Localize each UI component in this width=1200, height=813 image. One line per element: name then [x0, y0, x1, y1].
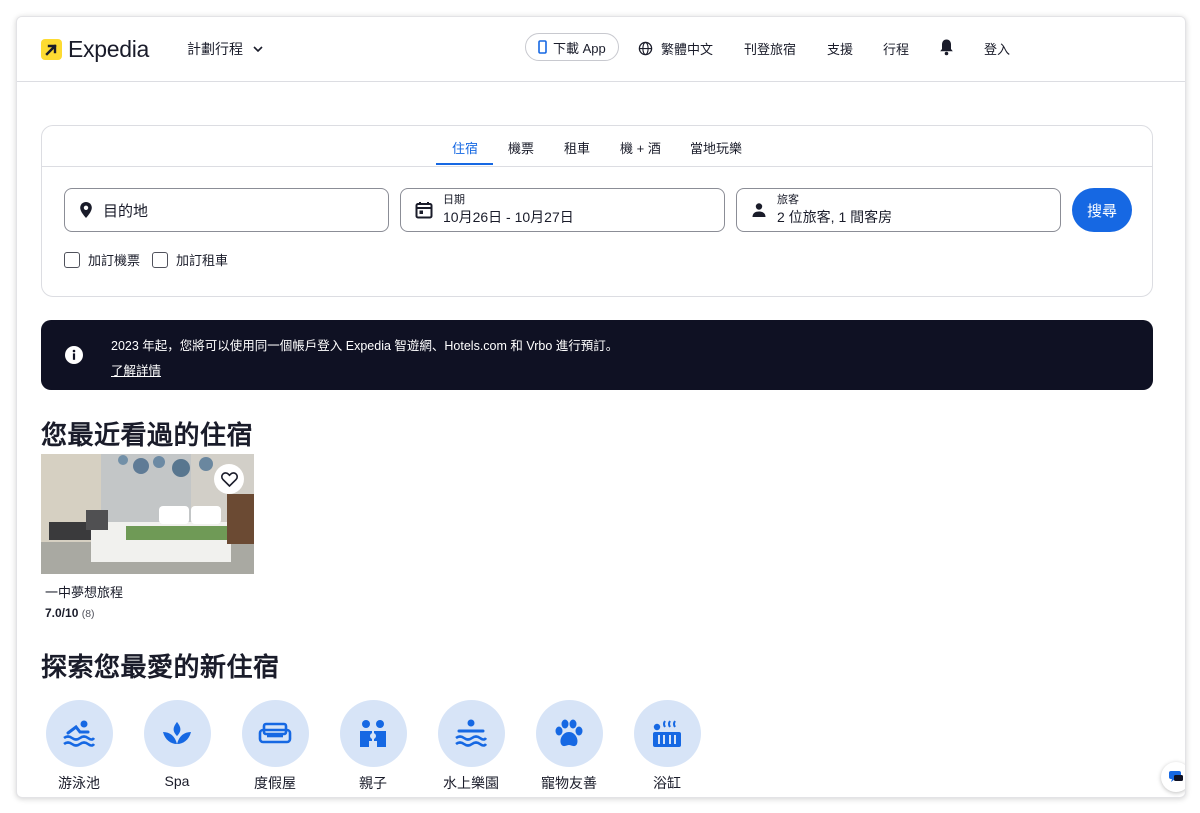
- category-label: 寵物友善: [541, 775, 597, 791]
- hotel-photo: [41, 454, 254, 574]
- date-label: 日期: [443, 193, 465, 206]
- family-icon: [339, 700, 407, 767]
- person-icon: [751, 202, 767, 218]
- banner-message: 2023 年起，您將可以使用同一個帳戶登入 Expedia 智遊網、Hotels…: [111, 339, 619, 353]
- travelers-value: 2 位旅客, 1 間客房: [777, 208, 893, 225]
- expedia-logo[interactable]: Expedia: [41, 36, 149, 63]
- category-hot-tub[interactable]: 浴缸: [622, 700, 712, 793]
- destination-placeholder: 目的地: [103, 202, 149, 220]
- rating-score: 7.0/10: [45, 606, 79, 620]
- brand-name: Expedia: [68, 36, 150, 62]
- tab-flights[interactable]: 機票: [508, 138, 534, 157]
- water-park-icon: [437, 700, 505, 767]
- add-flight-label: 加訂機票: [88, 253, 141, 268]
- search-form: 住宿 機票 租車 機 + 酒 當地玩樂 目的地 日期 10月26日 - 10月2…: [41, 125, 1153, 297]
- destination-field[interactable]: 目的地: [64, 188, 389, 232]
- recent-stay-card[interactable]: 一中夢想旅程 7.0/10 (8): [41, 454, 254, 620]
- info-icon: [65, 346, 83, 369]
- explore-heading: 探索您最愛的新住宿: [41, 652, 280, 682]
- category-label: 水上樂園: [443, 775, 499, 791]
- globe-icon: [638, 41, 653, 56]
- tab-packages[interactable]: 機 + 酒: [620, 138, 661, 157]
- browser-window: Expedia 計劃行程 下載 App 繁體中文 刊登旅宿 支援 行程 登入 住…: [16, 16, 1186, 798]
- category-water-park[interactable]: 水上樂園: [426, 700, 516, 793]
- bell-icon: [940, 39, 953, 56]
- pool-icon: [45, 700, 113, 767]
- chevron-down-icon: [253, 46, 263, 52]
- tab-things-to-do[interactable]: 當地玩樂: [690, 138, 742, 157]
- review-count: (8): [81, 608, 95, 620]
- spa-icon: [143, 700, 211, 767]
- recent-stays-heading: 您最近看過的住宿: [41, 420, 254, 450]
- hotel-rating: 7.0/10 (8): [45, 606, 254, 620]
- support-label: 支援: [827, 42, 854, 57]
- download-app-label: 下載 App: [553, 40, 606, 56]
- chat-support-button[interactable]: [1161, 762, 1185, 792]
- hotel-name: 一中夢想旅程: [45, 585, 124, 600]
- checkbox-box: [152, 251, 168, 268]
- category-label: 游泳池: [58, 775, 100, 791]
- add-car-checkbox[interactable]: 加訂租車: [152, 250, 228, 269]
- calendar-icon: [415, 201, 433, 219]
- travelers-field[interactable]: 旅客 2 位旅客, 1 間客房: [736, 188, 1061, 232]
- notifications-button[interactable]: [939, 38, 962, 56]
- category-spa[interactable]: Spa: [132, 700, 222, 789]
- active-tab-indicator: [436, 163, 493, 165]
- sofa-icon: [241, 700, 309, 767]
- category-label: 親子: [359, 775, 387, 791]
- support-link[interactable]: 支援: [827, 39, 853, 58]
- add-flight-checkbox[interactable]: 加訂機票: [64, 250, 140, 269]
- category-pool[interactable]: 游泳池: [34, 700, 124, 793]
- category-label: 浴缸: [653, 775, 681, 791]
- category-vacation-home[interactable]: 度假屋: [230, 700, 320, 793]
- trips-link[interactable]: 行程: [883, 39, 909, 58]
- location-pin-icon: [79, 201, 93, 219]
- top-header: Expedia 計劃行程 下載 App 繁體中文 刊登旅宿 支援 行程 登入: [17, 17, 1185, 82]
- list-property-link[interactable]: 刊登旅宿: [744, 39, 796, 58]
- download-app-button[interactable]: 下載 App: [525, 33, 619, 61]
- date-value: 10月26日 - 10月27日: [443, 208, 574, 225]
- heart-icon: [220, 471, 238, 487]
- tab-cars[interactable]: 租車: [564, 138, 590, 157]
- hot-tub-icon: [633, 700, 701, 767]
- category-pet-friendly[interactable]: 寵物友善: [524, 700, 614, 793]
- date-field[interactable]: 日期 10月26日 - 10月27日: [400, 188, 725, 232]
- language-selector[interactable]: 繁體中文: [638, 39, 713, 58]
- tab-stays[interactable]: 住宿: [452, 138, 478, 157]
- language-label: 繁體中文: [661, 42, 714, 57]
- save-to-favorites-button[interactable]: [214, 464, 244, 494]
- chat-icon: [1169, 771, 1183, 782]
- category-family[interactable]: 親子: [328, 700, 418, 793]
- category-label: 度假屋: [254, 775, 296, 791]
- logo-arrow-icon: [41, 39, 62, 60]
- sign-in-label: 登入: [984, 42, 1011, 57]
- account-info-banner: 2023 年起，您將可以使用同一個帳戶登入 Expedia 智遊網、Hotels…: [41, 320, 1153, 390]
- sign-in-link[interactable]: 登入: [984, 39, 1010, 58]
- add-car-label: 加訂租車: [176, 253, 229, 268]
- list-property-label: 刊登旅宿: [744, 42, 797, 57]
- travelers-label: 旅客: [777, 193, 799, 206]
- plan-trip-menu[interactable]: 計劃行程: [187, 39, 263, 59]
- search-button[interactable]: 搜尋: [1072, 188, 1132, 232]
- category-label: Spa: [164, 773, 190, 789]
- search-tabs: 住宿 機票 租車 機 + 酒 當地玩樂: [42, 126, 1152, 167]
- learn-more-link[interactable]: 了解詳情: [111, 360, 161, 379]
- checkbox-box: [64, 251, 80, 268]
- trips-label: 行程: [883, 42, 910, 57]
- paw-icon: [535, 700, 603, 767]
- phone-icon: [538, 40, 547, 54]
- plan-trip-label: 計劃行程: [187, 41, 243, 57]
